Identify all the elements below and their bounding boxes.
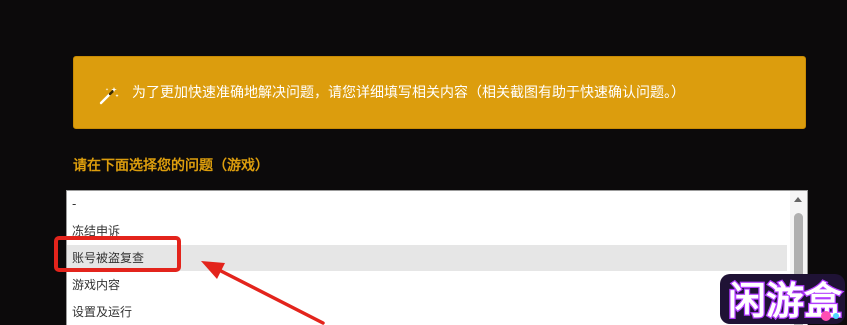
list-option-blank[interactable]: - (67, 191, 787, 217)
list-option-settings-and-running[interactable]: 设置及运行 (67, 299, 787, 325)
red-highlight-box (54, 236, 181, 272)
scroll-up-icon[interactable] (794, 197, 802, 202)
watermark-logo: 闲游盒 (718, 268, 847, 325)
list-option-game-content[interactable]: 游戏内容 (67, 272, 787, 298)
page: 为了更加快速准确地解决问题，请您详细填写相关内容（相关截图有助于快速确认问题。）… (0, 0, 847, 325)
section-heading: 请在下面选择您的问题（游戏） (73, 158, 269, 174)
notice-banner: 为了更加快速准确地解决问题，请您详细填写相关内容（相关截图有助于快速确认问题。） (73, 56, 806, 129)
red-arrow-icon (201, 261, 325, 325)
magic-wand-icon (98, 86, 120, 106)
notice-text: 为了更加快速准确地解决问题，请您详细填写相关内容（相关截图有助于快速确认问题。） (132, 85, 685, 101)
